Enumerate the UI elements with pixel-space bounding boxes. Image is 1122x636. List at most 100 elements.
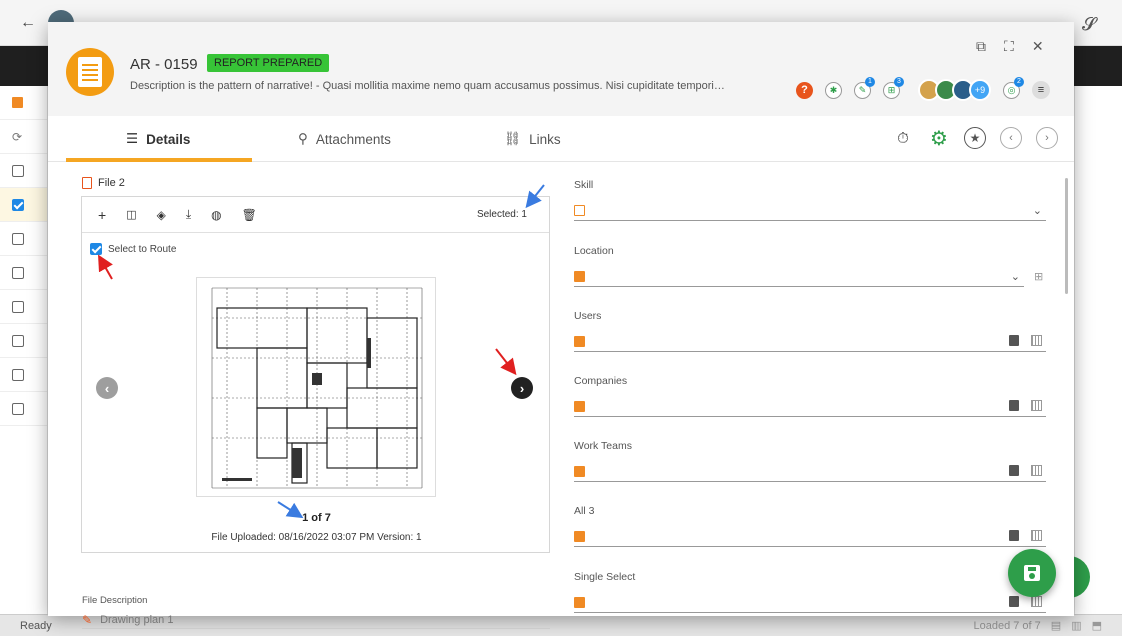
row-checkbox[interactable] bbox=[12, 232, 24, 245]
contact-book-icon[interactable] bbox=[1009, 465, 1019, 476]
skill-select[interactable]: ⌄ bbox=[574, 201, 1046, 221]
file-uploaded-info: File Uploaded: 08/16/2022 03:07 PM Versi… bbox=[211, 532, 422, 543]
modal-body: File 2 + ◫ ◈ ⤓ ◍ 🗑 Selected: 1 Select to… bbox=[48, 163, 1074, 629]
assignee-avatars[interactable]: +9 bbox=[918, 79, 991, 101]
row-checkbox[interactable] bbox=[12, 198, 24, 211]
modal-header: AR - 0159 REPORT PREPARED Description is… bbox=[48, 22, 1074, 116]
status-badge[interactable]: REPORT PREPARED bbox=[207, 54, 330, 72]
favorite-star-icon[interactable]: ★ bbox=[964, 127, 986, 149]
row-checkbox[interactable] bbox=[12, 266, 24, 279]
list-picker-icon[interactable] bbox=[1031, 335, 1042, 346]
file-viewer: + ◫ ◈ ⤓ ◍ 🗑 Selected: 1 Select to Route bbox=[81, 196, 550, 553]
single-select-icon bbox=[574, 597, 585, 608]
chart-view-icon[interactable]: ▥ bbox=[1071, 619, 1081, 632]
field-skill: Skill ⌄ bbox=[574, 179, 1046, 221]
back-arrow-icon[interactable]: ← bbox=[20, 14, 36, 32]
row-checkbox[interactable] bbox=[12, 402, 24, 415]
comments-badge: 1 bbox=[865, 76, 875, 87]
help-icon[interactable]: ? bbox=[796, 81, 813, 99]
drawing-preview[interactable] bbox=[196, 277, 436, 497]
select-to-route-checkbox[interactable] bbox=[90, 243, 102, 255]
list-row[interactable] bbox=[0, 392, 47, 426]
row-checkbox[interactable] bbox=[12, 334, 24, 347]
header-actions: ? ✱ ✎ 1 ⊞ 3 +9 ◎ 2 ≡ bbox=[796, 76, 1050, 101]
single-select-select[interactable] bbox=[574, 593, 1046, 613]
list-row[interactable] bbox=[0, 290, 47, 324]
no-view-icon[interactable]: ◍ bbox=[211, 208, 221, 222]
list-picker-icon[interactable] bbox=[1031, 400, 1042, 411]
list-row[interactable] bbox=[0, 86, 47, 120]
tab-bar: ☰ Details ⚲ Attachments ⛓ Links ⏱ ⚙ ★ ‹ … bbox=[48, 116, 1074, 162]
tag-icon[interactable]: ◈ bbox=[157, 208, 166, 222]
file-description-field[interactable]: ✎ Drawing plan 1 bbox=[82, 611, 550, 629]
location-grid-icon[interactable]: ⊞ bbox=[1034, 270, 1043, 283]
window-controls: ⧉ ⛶ ✕ bbox=[976, 38, 1044, 55]
previous-record-icon[interactable]: ‹ bbox=[1000, 127, 1022, 149]
row-checkbox[interactable] bbox=[12, 164, 24, 177]
selected-count: Selected: 1 bbox=[476, 209, 527, 220]
paperclip-icon: ⚲ bbox=[298, 131, 308, 146]
list-row[interactable] bbox=[0, 154, 47, 188]
list-row[interactable] bbox=[0, 324, 47, 358]
fullscreen-icon[interactable]: ⛶ bbox=[1004, 38, 1014, 55]
list-row-selected[interactable] bbox=[0, 188, 47, 222]
scrollbar-thumb[interactable] bbox=[1065, 178, 1068, 294]
record-description: Description is the pattern of narrative!… bbox=[130, 80, 730, 92]
record-id: AR - 0159 bbox=[130, 56, 198, 73]
field-single-select: Single Select bbox=[574, 571, 1046, 613]
list-row[interactable] bbox=[0, 358, 47, 392]
chevron-down-icon[interactable]: ⌄ bbox=[1011, 270, 1020, 283]
row-checkbox[interactable] bbox=[12, 300, 24, 313]
gear-icon[interactable]: ⚙ bbox=[928, 127, 950, 150]
list-row[interactable] bbox=[0, 256, 47, 290]
next-file-button[interactable]: › bbox=[511, 377, 533, 399]
users-select[interactable] bbox=[574, 332, 1046, 352]
module-icon bbox=[12, 97, 23, 108]
next-record-icon[interactable]: › bbox=[1036, 127, 1058, 149]
record-modal: AR - 0159 REPORT PREPARED Description is… bbox=[48, 22, 1074, 629]
list-picker-icon[interactable] bbox=[1031, 596, 1042, 607]
contact-book-icon[interactable] bbox=[1009, 530, 1019, 541]
list-row[interactable]: ⟳ bbox=[0, 120, 47, 154]
settings-ring-icon[interactable]: ◎ 2 bbox=[1003, 76, 1024, 99]
previous-file-button[interactable]: ‹ bbox=[96, 377, 118, 399]
save-button[interactable] bbox=[1008, 549, 1056, 597]
chevron-down-icon[interactable]: ⌄ bbox=[1033, 204, 1042, 217]
list-picker-icon[interactable] bbox=[1031, 465, 1042, 476]
row-checkbox[interactable] bbox=[12, 368, 24, 381]
tab-attachments[interactable]: ⚲ Attachments bbox=[298, 116, 391, 162]
download-icon[interactable]: ⤓ bbox=[186, 207, 191, 222]
close-icon[interactable]: ✕ bbox=[1032, 38, 1044, 55]
file-title: File 2 bbox=[82, 177, 125, 189]
export-icon[interactable]: ⬒ bbox=[1092, 619, 1102, 632]
list-row[interactable] bbox=[0, 222, 47, 256]
contact-book-icon[interactable] bbox=[1009, 400, 1019, 411]
file-description-label: File Description bbox=[82, 595, 148, 606]
field-companies: Companies bbox=[574, 375, 1046, 417]
split-icon[interactable]: ◫ bbox=[126, 208, 136, 221]
work-teams-select[interactable] bbox=[574, 462, 1046, 482]
user-signature-icon[interactable]: 𝓢 bbox=[1082, 14, 1096, 35]
all-3-select[interactable] bbox=[574, 527, 1046, 547]
cart-icon[interactable]: ⊞ 3 bbox=[883, 76, 904, 99]
open-external-icon[interactable]: ⧉ bbox=[976, 38, 986, 55]
comments-icon[interactable]: ✎ 1 bbox=[854, 76, 875, 99]
background-record-list: ⟳ bbox=[0, 86, 48, 616]
timer-icon[interactable]: ⏱ bbox=[892, 127, 914, 149]
contact-book-icon[interactable] bbox=[1009, 335, 1019, 346]
refresh-icon[interactable]: ⟳ bbox=[12, 130, 22, 144]
workflow-icon[interactable]: ✱ bbox=[825, 81, 842, 99]
list-picker-icon[interactable] bbox=[1031, 530, 1042, 541]
menu-icon[interactable]: ≡ bbox=[1032, 81, 1050, 99]
tab-details[interactable]: ☰ Details bbox=[126, 116, 190, 162]
select-to-route[interactable]: Select to Route bbox=[90, 243, 176, 255]
contact-book-icon[interactable] bbox=[1009, 596, 1019, 607]
tab-links[interactable]: ⛓ Links bbox=[504, 116, 561, 162]
location-select[interactable]: ⌄ bbox=[574, 267, 1024, 287]
settings-badge: 2 bbox=[1014, 76, 1024, 87]
companies-select[interactable] bbox=[574, 397, 1046, 417]
grid-view-icon[interactable]: ▤ bbox=[1051, 619, 1061, 632]
trash-icon[interactable]: 🗑 bbox=[242, 208, 257, 222]
more-avatars[interactable]: +9 bbox=[969, 79, 991, 101]
add-icon[interactable]: + bbox=[98, 207, 106, 223]
